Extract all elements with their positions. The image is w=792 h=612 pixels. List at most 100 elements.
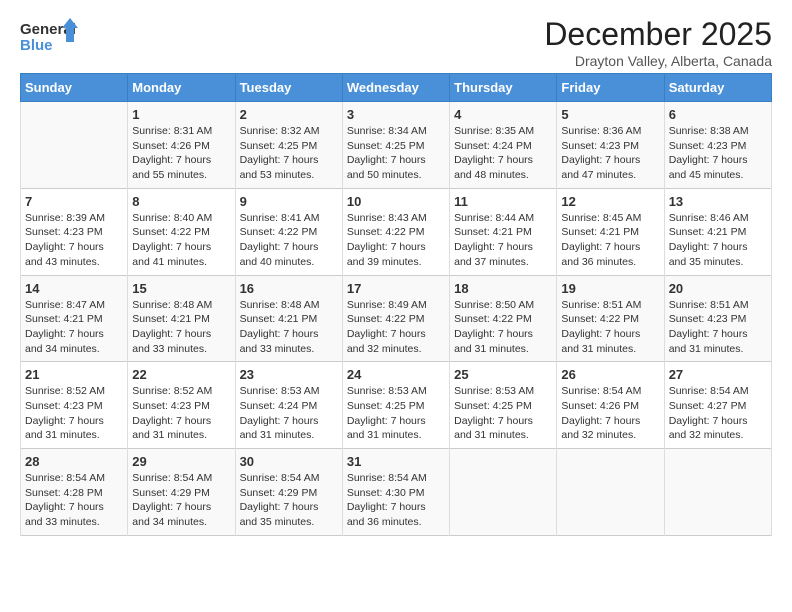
day-number: 8 [132,194,230,209]
calendar-cell [21,102,128,189]
calendar-cell: 18Sunrise: 8:50 AM Sunset: 4:22 PM Dayli… [450,275,557,362]
day-number: 1 [132,107,230,122]
day-info: Sunrise: 8:44 AM Sunset: 4:21 PM Dayligh… [454,211,552,270]
week-row-0: 1 Sunrise: 8:31 AM Sunset: 4:26 PM Daylig… [21,102,772,189]
calendar-cell: 7Sunrise: 8:39 AM Sunset: 4:23 PM Daylig… [21,188,128,275]
day-info: Sunrise: 8:45 AM Sunset: 4:21 PM Dayligh… [561,211,659,270]
day-number: 6 [669,107,767,122]
calendar-cell: 19 Sunrise: 8:51 AM Sunset: 4:22 PM Dayli… [557,275,664,362]
day-info: Sunrise: 8:54 AM Sunset: 4:27 PM Dayligh… [669,384,767,443]
calendar-cell: 28Sunrise: 8:54 AM Sunset: 4:28 PM Dayli… [21,449,128,536]
day-info: Sunrise: 8:38 AM Sunset: 4:23 PM Dayligh… [669,124,767,183]
svg-text:Blue: Blue [20,37,53,54]
calendar-cell: 27Sunrise: 8:54 AM Sunset: 4:27 PM Dayli… [664,362,771,449]
calendar-cell [450,449,557,536]
day-info: Sunrise: 8:49 AM Sunset: 4:22 PM Dayligh… [347,298,445,357]
day-info: Sunrise: 8:31 AM Sunset: 4:26 PM Dayligh… [132,124,230,183]
day-info: Sunrise: 8:54 AM Sunset: 4:26 PM Dayligh… [561,384,659,443]
day-number: 11 [454,194,552,209]
day-info: Sunrise: 8:53 AM Sunset: 4:24 PM Dayligh… [240,384,338,443]
calendar-cell: 3 Sunrise: 8:34 AM Sunset: 4:25 PM Daylig… [342,102,449,189]
day-number: 14 [25,281,123,296]
calendar-cell: 10 Sunrise: 8:43 AM Sunset: 4:22 PM Dayli… [342,188,449,275]
calendar-cell: 20Sunrise: 8:51 AM Sunset: 4:23 PM Dayli… [664,275,771,362]
day-number: 25 [454,367,552,382]
header-friday: Friday [557,74,664,102]
day-info: Sunrise: 8:52 AM Sunset: 4:23 PM Dayligh… [132,384,230,443]
calendar-cell: 31Sunrise: 8:54 AM Sunset: 4:30 PM Dayli… [342,449,449,536]
day-info: Sunrise: 8:41 AM Sunset: 4:22 PM Dayligh… [240,211,338,270]
header-thursday: Thursday [450,74,557,102]
header-sunday: Sunday [21,74,128,102]
day-number: 13 [669,194,767,209]
logo: General Blue [20,16,80,60]
day-number: 26 [561,367,659,382]
day-number: 3 [347,107,445,122]
page-header: General Blue December 2025 Drayton Valle… [20,16,772,69]
calendar-cell: 17 Sunrise: 8:49 AM Sunset: 4:22 PM Dayli… [342,275,449,362]
week-row-2: 14 Sunrise: 8:47 AM Sunset: 4:21 PM Dayli… [21,275,772,362]
calendar-cell [557,449,664,536]
calendar-header-row: SundayMondayTuesdayWednesdayThursdayFrid… [21,74,772,102]
title-block: December 2025 Drayton Valley, Alberta, C… [544,16,772,69]
calendar-cell: 5 Sunrise: 8:36 AM Sunset: 4:23 PM Daylig… [557,102,664,189]
day-number: 4 [454,107,552,122]
day-info: Sunrise: 8:40 AM Sunset: 4:22 PM Dayligh… [132,211,230,270]
day-number: 16 [240,281,338,296]
day-number: 10 [347,194,445,209]
day-number: 22 [132,367,230,382]
day-info: Sunrise: 8:54 AM Sunset: 4:28 PM Dayligh… [25,471,123,530]
day-info: Sunrise: 8:43 AM Sunset: 4:22 PM Dayligh… [347,211,445,270]
day-number: 23 [240,367,338,382]
day-info: Sunrise: 8:53 AM Sunset: 4:25 PM Dayligh… [454,384,552,443]
calendar-cell [664,449,771,536]
calendar-cell: 24Sunrise: 8:53 AM Sunset: 4:25 PM Dayli… [342,362,449,449]
day-info: Sunrise: 8:32 AM Sunset: 4:25 PM Dayligh… [240,124,338,183]
header-tuesday: Tuesday [235,74,342,102]
day-number: 19 [561,281,659,296]
calendar-cell: 25 Sunrise: 8:53 AM Sunset: 4:25 PM Dayli… [450,362,557,449]
calendar-cell: 30Sunrise: 8:54 AM Sunset: 4:29 PM Dayli… [235,449,342,536]
calendar-table: SundayMondayTuesdayWednesdayThursdayFrid… [20,73,772,536]
day-info: Sunrise: 8:35 AM Sunset: 4:24 PM Dayligh… [454,124,552,183]
day-info: Sunrise: 8:48 AM Sunset: 4:21 PM Dayligh… [240,298,338,357]
logo-svg: General Blue [20,16,80,60]
calendar-cell: 6 Sunrise: 8:38 AM Sunset: 4:23 PM Daylig… [664,102,771,189]
calendar-cell: 4 Sunrise: 8:35 AM Sunset: 4:24 PM Daylig… [450,102,557,189]
week-row-3: 21 Sunrise: 8:52 AM Sunset: 4:23 PM Dayli… [21,362,772,449]
day-number: 2 [240,107,338,122]
day-info: Sunrise: 8:39 AM Sunset: 4:23 PM Dayligh… [25,211,123,270]
week-row-4: 28Sunrise: 8:54 AM Sunset: 4:28 PM Dayli… [21,449,772,536]
day-number: 21 [25,367,123,382]
day-number: 9 [240,194,338,209]
calendar-cell: 9 Sunrise: 8:41 AM Sunset: 4:22 PM Daylig… [235,188,342,275]
day-info: Sunrise: 8:51 AM Sunset: 4:22 PM Dayligh… [561,298,659,357]
calendar-cell: 14 Sunrise: 8:47 AM Sunset: 4:21 PM Dayli… [21,275,128,362]
calendar-cell: 15Sunrise: 8:48 AM Sunset: 4:21 PM Dayli… [128,275,235,362]
day-info: Sunrise: 8:34 AM Sunset: 4:25 PM Dayligh… [347,124,445,183]
day-number: 29 [132,454,230,469]
calendar-cell: 2 Sunrise: 8:32 AM Sunset: 4:25 PM Daylig… [235,102,342,189]
header-monday: Monday [128,74,235,102]
day-number: 17 [347,281,445,296]
day-info: Sunrise: 8:54 AM Sunset: 4:29 PM Dayligh… [132,471,230,530]
day-info: Sunrise: 8:48 AM Sunset: 4:21 PM Dayligh… [132,298,230,357]
day-info: Sunrise: 8:47 AM Sunset: 4:21 PM Dayligh… [25,298,123,357]
calendar-cell: 8 Sunrise: 8:40 AM Sunset: 4:22 PM Daylig… [128,188,235,275]
day-info: Sunrise: 8:52 AM Sunset: 4:23 PM Dayligh… [25,384,123,443]
calendar-cell: 22 Sunrise: 8:52 AM Sunset: 4:23 PM Dayli… [128,362,235,449]
calendar-cell: 11 Sunrise: 8:44 AM Sunset: 4:21 PM Dayli… [450,188,557,275]
week-row-1: 7Sunrise: 8:39 AM Sunset: 4:23 PM Daylig… [21,188,772,275]
day-info: Sunrise: 8:36 AM Sunset: 4:23 PM Dayligh… [561,124,659,183]
day-number: 30 [240,454,338,469]
day-number: 5 [561,107,659,122]
calendar-cell: 13 Sunrise: 8:46 AM Sunset: 4:21 PM Dayli… [664,188,771,275]
day-info: Sunrise: 8:46 AM Sunset: 4:21 PM Dayligh… [669,211,767,270]
calendar-cell: 21 Sunrise: 8:52 AM Sunset: 4:23 PM Dayli… [21,362,128,449]
calendar-cell: 16 Sunrise: 8:48 AM Sunset: 4:21 PM Dayli… [235,275,342,362]
day-number: 31 [347,454,445,469]
month-title: December 2025 [544,16,772,53]
header-saturday: Saturday [664,74,771,102]
day-info: Sunrise: 8:51 AM Sunset: 4:23 PM Dayligh… [669,298,767,357]
calendar-cell: 29 Sunrise: 8:54 AM Sunset: 4:29 PM Dayli… [128,449,235,536]
